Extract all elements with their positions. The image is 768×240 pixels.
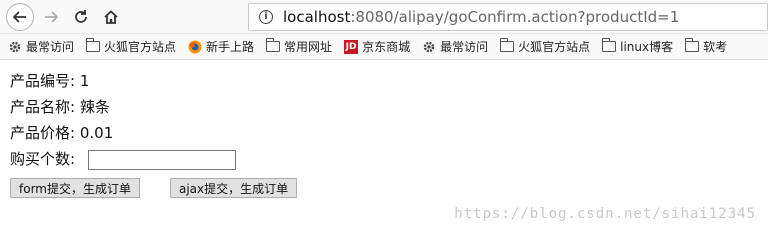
quantity-label: 购买个数:	[10, 150, 76, 168]
quantity-input[interactable]	[87, 149, 236, 170]
home-icon	[104, 9, 118, 24]
reload-icon	[75, 9, 87, 23]
forward-button[interactable]	[38, 4, 64, 30]
product-name-row: 产品名称: 辣条	[10, 94, 758, 120]
form-submit-button[interactable]: form提交，生成订单	[10, 178, 140, 198]
bookmark-folder[interactable]: linux博客	[601, 38, 674, 55]
product-price-value: 0.01	[79, 124, 114, 142]
bookmark-jd[interactable]: JD 京东商城	[344, 38, 410, 55]
product-id-row: 产品编号: 1	[10, 68, 758, 94]
product-name-label: 产品名称:	[10, 98, 76, 116]
bookmark-label: 火狐官方站点	[104, 40, 177, 54]
folder-icon	[265, 38, 281, 52]
bookmarks-toolbar: 最常访问 火狐官方站点 新手上路 常用网址 JD 京东商城 最常访问 火狐官方站…	[0, 34, 768, 60]
product-price-label: 产品价格:	[10, 124, 76, 142]
reload-button[interactable]	[68, 4, 94, 30]
bookmark-folder[interactable]: 火狐官方站点	[85, 38, 177, 55]
bookmark-label: linux博客	[620, 40, 674, 54]
folder-icon	[684, 38, 700, 52]
bookmark-folder[interactable]: 软考	[684, 38, 728, 55]
bookmark-label: 京东商城	[362, 40, 411, 54]
bookmark-most-visited[interactable]: 最常访问	[422, 38, 488, 55]
bookmark-getting-started[interactable]: 新手上路	[188, 38, 254, 55]
address-bar[interactable]: i localhost:8080/alipay/goConfirm.action…	[248, 3, 768, 31]
folder-icon	[601, 38, 617, 52]
product-price-row: 产品价格: 0.01	[10, 120, 758, 146]
folder-icon	[85, 38, 101, 52]
product-name-value: 辣条	[79, 98, 110, 116]
back-arrow-icon	[12, 10, 26, 23]
gear-icon	[422, 40, 436, 54]
bookmark-label: 最常访问	[26, 40, 75, 54]
folder-icon	[499, 38, 515, 52]
bookmark-folder[interactable]: 常用网址	[265, 38, 333, 55]
bookmark-label: 最常访问	[440, 40, 489, 54]
home-button[interactable]	[98, 4, 124, 30]
product-id-value: 1	[79, 72, 90, 90]
quantity-row: 购买个数:	[10, 146, 758, 172]
product-id-label: 产品编号:	[10, 72, 76, 90]
watermark: https://blog.csdn.net/sihai12345	[454, 206, 756, 222]
info-icon[interactable]: i	[259, 10, 273, 24]
bookmark-label: 软考	[703, 40, 728, 54]
forward-arrow-icon	[45, 10, 59, 23]
firefox-icon	[188, 40, 202, 54]
url-path: :8080/alipay/goConfirm.action?productId=…	[350, 8, 680, 26]
bookmark-label: 新手上路	[206, 40, 255, 54]
navigation-bar: i localhost:8080/alipay/goConfirm.action…	[0, 0, 768, 34]
page-content: 产品编号: 1 产品名称: 辣条 产品价格: 0.01 购买个数: form提交…	[0, 60, 768, 198]
gear-icon	[8, 40, 22, 54]
ajax-submit-button[interactable]: ajax提交，生成订单	[169, 178, 298, 198]
submit-buttons: form提交，生成订单 ajax提交，生成订单	[10, 178, 758, 198]
bookmark-label: 火狐官方站点	[518, 40, 591, 54]
bookmark-most-visited[interactable]: 最常访问	[8, 38, 74, 55]
bookmark-folder[interactable]: 火狐官方站点	[499, 38, 591, 55]
back-button[interactable]	[6, 2, 34, 31]
url-host: localhost	[283, 8, 351, 26]
bookmark-label: 常用网址	[284, 40, 333, 54]
jd-icon: JD	[344, 39, 359, 54]
